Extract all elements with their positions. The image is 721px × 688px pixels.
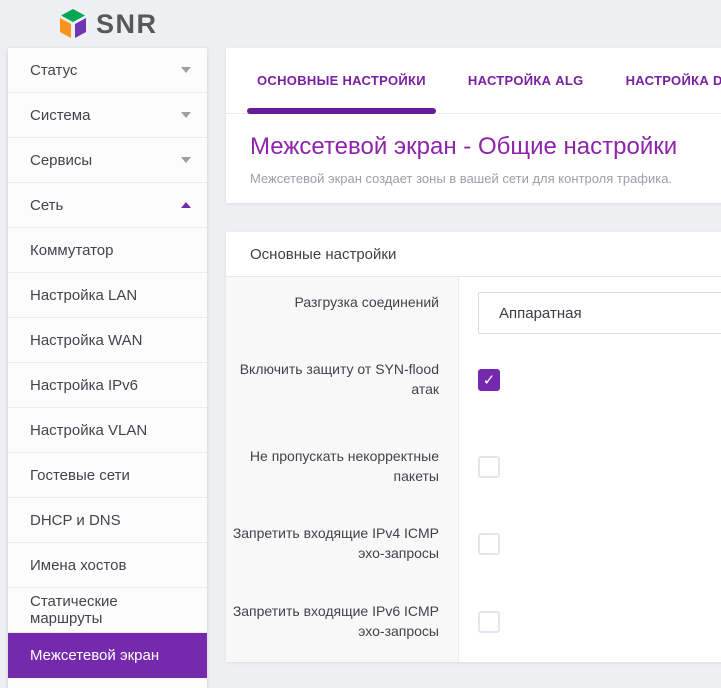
- row-label: Разгрузка соединений: [295, 277, 439, 349]
- row-drop-invalid-packets: Не пропускать некорректные пакеты: [226, 436, 721, 513]
- row-control-col: [459, 349, 721, 436]
- sidebar-item-label: Гостевые сети: [30, 467, 191, 484]
- tab-label: ОСНОВНЫЕ НАСТРОЙКИ: [257, 73, 426, 88]
- row-label-col: Включить защиту от SYN-flood атак: [226, 349, 459, 436]
- connection-offload-select[interactable]: Аппаратная: [478, 292, 721, 334]
- sidebar-item-lan-settings[interactable]: Настройка LAN: [8, 273, 207, 318]
- row-label-col: Не пропускать некорректные пакеты: [226, 436, 459, 513]
- drop-invalid-packets-checkbox[interactable]: [478, 456, 500, 478]
- sidebar-item-label: Имена хостов: [30, 557, 191, 574]
- sidebar-item-vlan-settings[interactable]: Настройка VLAN: [8, 408, 207, 453]
- syn-flood-checkbox[interactable]: [478, 369, 500, 391]
- select-value: Аппаратная: [499, 305, 582, 322]
- top-header: SNR: [0, 0, 721, 48]
- sidebar-item-label: Настройка IPv6: [30, 377, 191, 394]
- sidebar: Статус Система Сервисы Сеть Коммутатор Н…: [8, 48, 207, 688]
- sidebar-item-network[interactable]: Сеть: [8, 183, 207, 228]
- page-header-card: ОСНОВНЫЕ НАСТРОЙКИ НАСТРОЙКА ALG НАСТРОЙ…: [226, 48, 721, 203]
- row-syn-flood-protection: Включить защиту от SYN-flood атак: [226, 349, 721, 436]
- sidebar-item-hostnames[interactable]: Имена хостов: [8, 543, 207, 588]
- chevron-down-icon: [181, 67, 191, 73]
- sidebar-item-label: Коммутатор: [30, 242, 191, 259]
- row-control-col: [459, 436, 721, 513]
- sidebar-item-status[interactable]: Статус: [8, 48, 207, 93]
- row-label-col: Запретить входящие IPv4 ICMP эхо-запросы: [226, 513, 459, 591]
- row-label: Включить защиту от SYN-flood атак: [226, 349, 439, 436]
- chevron-down-icon: [181, 112, 191, 118]
- main-content: ОСНОВНЫЕ НАСТРОЙКИ НАСТРОЙКА ALG НАСТРОЙ…: [226, 48, 721, 662]
- page-title: Межсетевой экран - Общие настройки: [250, 132, 721, 162]
- tab-label: НАСТРОЙКА DMZ: [626, 73, 721, 88]
- sidebar-item-services[interactable]: Сервисы: [8, 138, 207, 183]
- sidebar-item-firewall[interactable]: Межсетевой экран: [8, 633, 207, 678]
- snr-logo[interactable]: SNR: [58, 8, 158, 40]
- sidebar-item-label: Сеть: [30, 197, 181, 214]
- row-control-col: [459, 513, 721, 591]
- general-settings-card: Основные настройки Разгрузка соединений …: [226, 232, 721, 662]
- row-connection-offload: Разгрузка соединений Аппаратная: [226, 277, 721, 349]
- sidebar-item-guest-networks[interactable]: Гостевые сети: [8, 453, 207, 498]
- page-subtitle: Межсетевой экран создает зоны в вашей се…: [250, 171, 721, 187]
- card-title: Основные настройки: [226, 232, 721, 277]
- sidebar-item-label: Статические маршруты: [30, 593, 191, 627]
- row-label-col: Запретить входящие IPv6 ICMP эхо-запросы: [226, 591, 459, 662]
- sidebar-item-label: Настройка WAN: [30, 332, 191, 349]
- sidebar-item-label: Система: [30, 107, 181, 124]
- tab-dmz-settings[interactable]: НАСТРОЙКА DMZ: [616, 48, 721, 113]
- sidebar-item-label: Сервисы: [30, 152, 181, 169]
- sidebar-item-wan-settings[interactable]: Настройка WAN: [8, 318, 207, 363]
- row-control-col: Аппаратная: [459, 277, 721, 349]
- row-block-ipv6-icmp: Запретить входящие IPv6 ICMP эхо-запросы: [226, 591, 721, 662]
- sidebar-item-label: Настройка LAN: [30, 287, 191, 304]
- row-label: Не пропускать некорректные пакеты: [226, 436, 439, 513]
- sidebar-item-dhcp-dns[interactable]: DHCP и DNS: [8, 498, 207, 543]
- row-control-col: [459, 591, 721, 662]
- sidebar-item-label: Настройка VLAN: [30, 422, 191, 439]
- chevron-up-icon: [181, 202, 191, 208]
- logo-text: SNR: [96, 9, 158, 40]
- sidebar-item-ipv6-settings[interactable]: Настройка IPv6: [8, 363, 207, 408]
- row-block-ipv4-icmp: Запретить входящие IPv4 ICMP эхо-запросы: [226, 513, 721, 591]
- sidebar-item-system[interactable]: Система: [8, 93, 207, 138]
- page-title-block: Межсетевой экран - Общие настройки Межсе…: [226, 114, 721, 203]
- block-ipv4-icmp-checkbox[interactable]: [478, 533, 500, 555]
- row-label: Запретить входящие IPv6 ICMP эхо-запросы: [226, 591, 439, 662]
- tab-bar: ОСНОВНЫЕ НАСТРОЙКИ НАСТРОЙКА ALG НАСТРОЙ…: [226, 48, 721, 114]
- sidebar-item-static-routes[interactable]: Статические маршруты: [8, 588, 207, 633]
- block-ipv6-icmp-checkbox[interactable]: [478, 611, 500, 633]
- snr-cube-icon: [58, 8, 88, 40]
- tab-label: НАСТРОЙКА ALG: [468, 73, 584, 88]
- tab-alg-settings[interactable]: НАСТРОЙКА ALG: [458, 48, 594, 113]
- chevron-down-icon: [181, 157, 191, 163]
- tab-general-settings[interactable]: ОСНОВНЫЕ НАСТРОЙКИ: [247, 48, 436, 113]
- sidebar-item-switch[interactable]: Коммутатор: [8, 228, 207, 273]
- sidebar-item-label: DHCP и DNS: [30, 512, 191, 529]
- row-label: Запретить входящие IPv4 ICMP эхо-запросы: [226, 513, 439, 591]
- sidebar-item-label: Межсетевой экран: [30, 647, 191, 664]
- row-label-col: Разгрузка соединений: [226, 277, 459, 349]
- sidebar-item-label: Статус: [30, 62, 181, 79]
